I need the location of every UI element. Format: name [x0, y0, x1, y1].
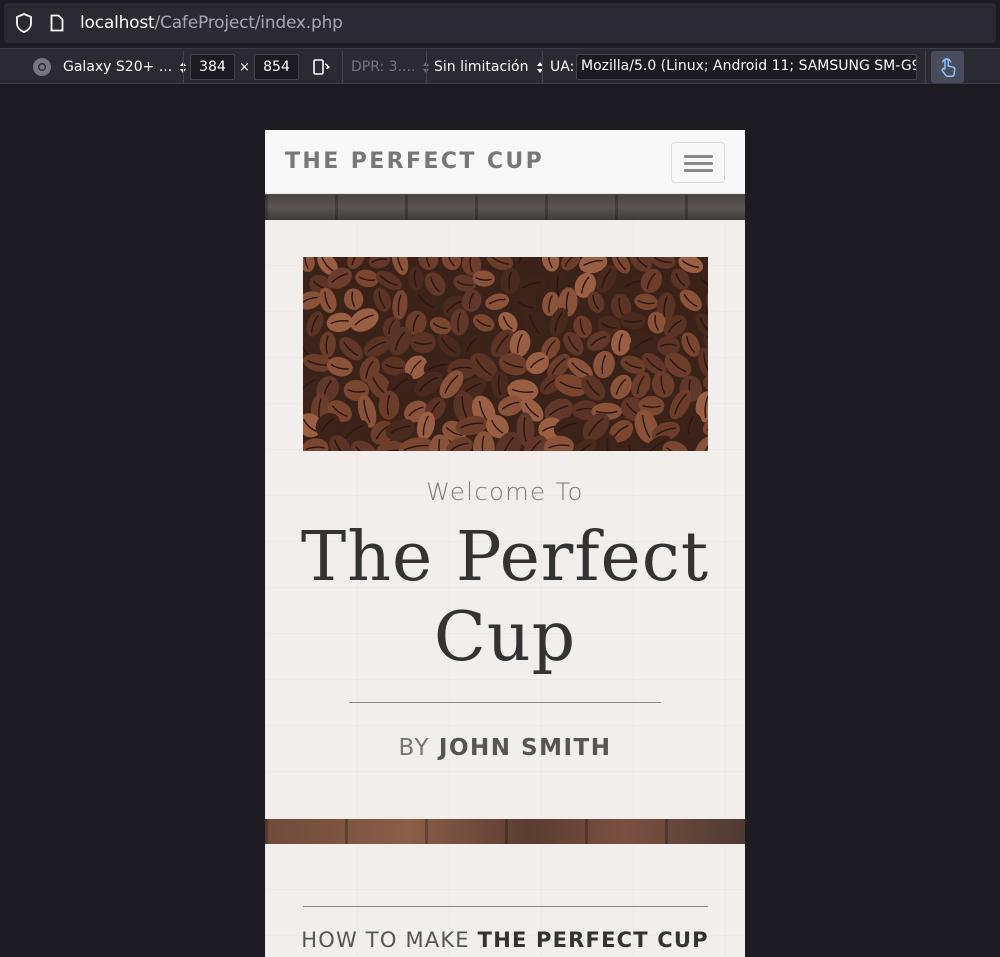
intro-box: Welcome To The Perfect Cup BY JOHN SMITH — [265, 220, 745, 819]
howto-heading: HOW TO MAKE THE PERFECT CUP — [265, 928, 745, 952]
author-name: JOHN SMITH — [438, 735, 612, 761]
device-selector[interactable]: Galaxy S20+ ... — [32, 49, 187, 85]
site-navbar: THE PERFECT CUP — [265, 130, 745, 194]
brick-background-strip — [265, 195, 745, 220]
howto-strong: THE PERFECT CUP — [477, 928, 709, 952]
hamburger-icon — [684, 155, 713, 158]
divider — [342, 51, 343, 83]
url-path: /CafeProject/index.php — [154, 13, 343, 33]
howto-prefix: HOW TO MAKE — [301, 928, 470, 952]
divider — [925, 51, 926, 83]
height-input[interactable]: 854 — [254, 54, 299, 80]
user-agent-input[interactable]: Mozilla/5.0 (Linux; Android 11; SAMSUNG … — [576, 54, 917, 80]
site-title: The Perfect Cup — [265, 518, 745, 678]
rotate-icon[interactable] — [311, 49, 331, 85]
url-host: localhost — [80, 13, 155, 33]
divider-rule — [349, 702, 661, 703]
hamburger-icon — [684, 169, 713, 172]
device-viewport: THE PERFECT CUP Welcome To The Perfect C… — [265, 130, 745, 957]
hamburger-icon — [684, 162, 713, 165]
navbar-toggle-button[interactable] — [671, 142, 725, 183]
brand-link[interactable]: THE PERFECT CUP — [285, 149, 544, 174]
site-title-line1: The Perfect — [300, 518, 710, 597]
url-field[interactable]: localhost/CafeProject/index.php — [4, 3, 996, 43]
responsive-design-toolbar: Galaxy S20+ ... 384 × 854 DPR: 3.... Sin… — [0, 48, 1000, 84]
divider — [542, 51, 543, 83]
howto-box: HOW TO MAKE THE PERFECT CUP — [265, 844, 745, 957]
device-name: Galaxy S20+ ... — [63, 59, 173, 75]
dpr-label: DPR: 3.... — [351, 59, 416, 75]
url-text[interactable]: localhost/CafeProject/index.php — [80, 13, 343, 33]
shield-icon[interactable] — [14, 13, 34, 33]
divider — [183, 51, 184, 83]
touch-icon — [938, 56, 958, 78]
throttling-label: Sin limitación — [434, 59, 529, 75]
width-input[interactable]: 384 — [190, 54, 235, 80]
coffee-beans-image — [303, 257, 708, 451]
times-symbol: × — [239, 59, 250, 75]
page-icon — [48, 13, 66, 33]
brick-background-strip — [265, 819, 745, 844]
site-title-line2: Cup — [433, 598, 577, 677]
byline: BY JOHN SMITH — [265, 735, 745, 761]
divider-rule — [303, 906, 708, 907]
dpr-selector[interactable]: DPR: 3.... — [351, 49, 430, 85]
chrome-icon — [32, 57, 52, 77]
ua-label: UA: — [550, 59, 575, 75]
divider — [426, 51, 427, 83]
throttling-selector[interactable]: Sin limitación — [434, 49, 544, 85]
byline-prefix: BY — [398, 735, 431, 761]
welcome-intro: Welcome To — [426, 478, 584, 506]
browser-url-bar: localhost/CafeProject/index.php — [0, 0, 1000, 48]
touch-simulation-button[interactable] — [931, 51, 964, 83]
